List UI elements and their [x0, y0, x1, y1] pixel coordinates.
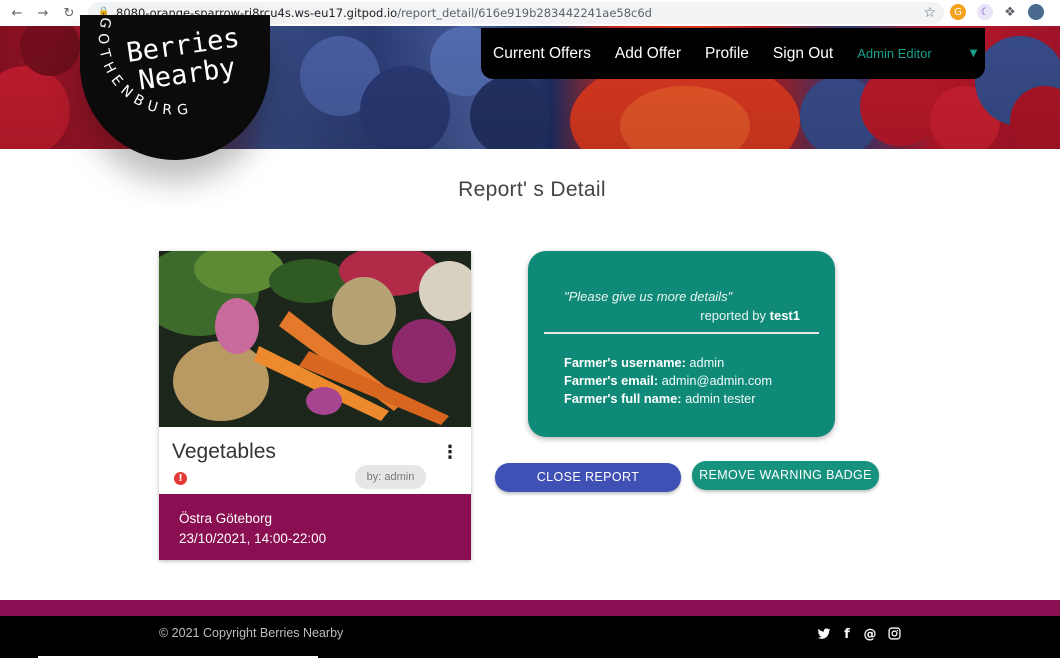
- report-panel: "Please give us more details" reported b…: [528, 251, 835, 437]
- report-message: "Please give us more details": [564, 289, 733, 304]
- offer-location: Östra Göteborg: [179, 511, 273, 526]
- extension-g-icon[interactable]: G: [950, 4, 966, 20]
- instagram-icon[interactable]: [886, 627, 902, 643]
- author-chip: by: admin: [355, 465, 426, 489]
- reported-by: reported by test1: [700, 308, 800, 323]
- farmer-username: admin: [689, 355, 725, 370]
- footer: © 2021 Copyright Berries Nearby f @: [0, 616, 1060, 658]
- close-report-button[interactable]: CLOSE REPORT: [495, 463, 681, 492]
- offer-details: Östra Göteborg 23/10/2021, 14:00-22:00: [159, 494, 471, 560]
- reporter-username: test1: [769, 308, 800, 323]
- svg-text:GOTHENBURG: GOTHENBURG: [95, 16, 196, 119]
- chevron-down-icon[interactable]: ▼: [970, 48, 978, 59]
- page-title: Report' s Detail: [458, 178, 606, 201]
- nav-current-offers[interactable]: Current Offers: [493, 45, 591, 63]
- offer-title: Vegetables: [172, 440, 276, 463]
- footer-band: [0, 600, 1060, 616]
- offer-card: Vegetables ⋮ ! by: admin Östra Göteborg …: [159, 251, 471, 560]
- extension-moon-icon[interactable]: ☾: [977, 4, 993, 20]
- twitter-icon[interactable]: [816, 627, 832, 643]
- copyright: © 2021 Copyright Berries Nearby: [159, 626, 344, 640]
- bookmark-star-icon[interactable]: ☆: [923, 5, 936, 21]
- warning-icon: !: [174, 472, 187, 485]
- main-nav: Current Offers Add Offer Profile Sign Ou…: [481, 28, 985, 79]
- nav-admin-editor[interactable]: Admin Editor: [857, 46, 931, 61]
- nav-add-offer[interactable]: Add Offer: [615, 45, 681, 63]
- divider: [544, 332, 819, 334]
- farmer-fullname: admin tester: [685, 391, 756, 406]
- vegetables-image: [159, 251, 471, 427]
- offer-datetime: 23/10/2021, 14:00-22:00: [179, 531, 327, 546]
- reload-icon[interactable]: ↻: [60, 4, 78, 22]
- nav-sign-out[interactable]: Sign Out: [773, 45, 833, 63]
- extensions-puzzle-icon[interactable]: ❖: [1002, 4, 1018, 20]
- facebook-icon[interactable]: f: [839, 627, 855, 643]
- back-icon[interactable]: ←: [8, 4, 26, 22]
- nav-profile[interactable]: Profile: [705, 45, 749, 63]
- logo[interactable]: Berries Nearby GOTHENBURG: [80, 15, 270, 160]
- logo-city-text: GOTHENBURG: [95, 16, 196, 119]
- more-vert-icon[interactable]: ⋮: [441, 443, 459, 463]
- farmer-info: Farmer's username: admin Farmer's email:…: [564, 355, 773, 406]
- farmer-email: admin@admin.com: [661, 373, 773, 388]
- profile-avatar[interactable]: [1028, 4, 1044, 20]
- email-at-icon[interactable]: @: [862, 627, 878, 643]
- remove-warning-badge-button[interactable]: REMOVE WARNING BADGE: [692, 461, 879, 490]
- forward-icon[interactable]: →: [34, 4, 52, 22]
